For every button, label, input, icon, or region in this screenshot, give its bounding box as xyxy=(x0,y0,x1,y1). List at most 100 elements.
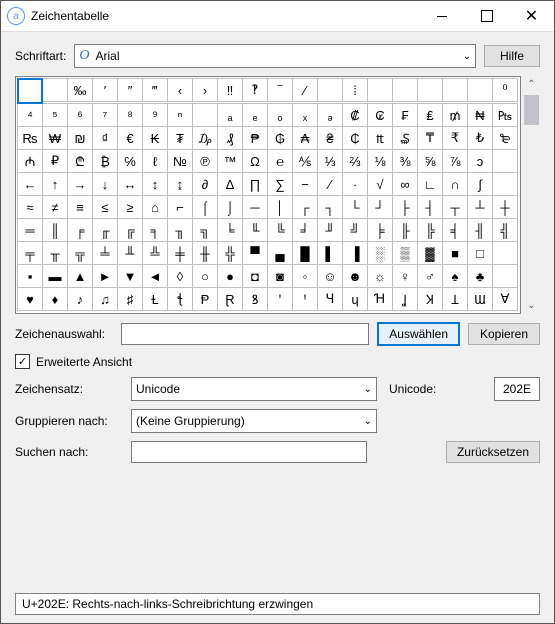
char-cell[interactable]: ≈ xyxy=(17,195,43,219)
reset-button[interactable]: Zurücksetzen xyxy=(446,441,540,463)
char-cell[interactable]: ₩ xyxy=(42,126,68,150)
char-cell[interactable]: ▄ xyxy=(267,241,293,265)
char-cell[interactable] xyxy=(492,264,518,288)
char-cell[interactable]: ⁵ xyxy=(42,103,68,127)
char-cell[interactable]: ℅ xyxy=(117,149,143,173)
char-cell[interactable]: Ʇ xyxy=(442,287,468,311)
char-cell[interactable]: ▪ xyxy=(17,264,43,288)
char-cell[interactable]: ╫ xyxy=(192,241,218,265)
char-cell[interactable]: ≡ xyxy=(67,195,93,219)
char-cell[interactable]: ₼ xyxy=(17,149,43,173)
char-cell[interactable]: ▓ xyxy=(417,241,443,265)
char-cell[interactable]: Ᵽ xyxy=(192,287,218,311)
char-cell[interactable]: ⌐ xyxy=(167,195,193,219)
char-cell[interactable] xyxy=(367,78,393,102)
char-cell[interactable]: ≤ xyxy=(92,195,118,219)
char-cell[interactable]: ™ xyxy=(217,149,243,173)
char-cell[interactable]: ┤ xyxy=(417,195,443,219)
char-cell[interactable]: █ xyxy=(292,241,318,265)
char-cell[interactable]: ↄ xyxy=(467,149,493,173)
char-cell[interactable]: ⁰ xyxy=(492,78,518,102)
char-cell[interactable]: ‴ xyxy=(142,78,168,102)
char-cell[interactable]: ╞ xyxy=(367,218,393,242)
char-cell[interactable]: √ xyxy=(367,172,393,196)
char-cell[interactable]: Ɦ xyxy=(367,287,393,311)
char-cell[interactable] xyxy=(42,78,68,102)
selection-input[interactable] xyxy=(121,323,369,345)
char-cell[interactable] xyxy=(392,78,418,102)
char-cell[interactable]: ⅓ xyxy=(317,149,343,173)
char-cell[interactable]: ╔ xyxy=(117,218,143,242)
char-cell[interactable]: ₓ xyxy=(292,103,318,127)
char-cell[interactable]: ╚ xyxy=(267,218,293,242)
char-cell[interactable]: ◄ xyxy=(142,264,168,288)
char-cell[interactable]: ⅝ xyxy=(417,149,443,173)
char-cell[interactable]: ₐ xyxy=(217,103,243,127)
char-cell[interactable]: ╟ xyxy=(392,218,418,242)
char-cell[interactable]: ∟ xyxy=(417,172,443,196)
char-cell[interactable]: ◊ xyxy=(167,264,193,288)
char-cell[interactable]: ▒ xyxy=(392,241,418,265)
char-cell[interactable]: ∏ xyxy=(242,172,268,196)
char-cell[interactable]: ₥ xyxy=(442,103,468,127)
char-cell[interactable]: □ xyxy=(467,241,493,265)
char-cell[interactable]: − xyxy=(292,172,318,196)
minimize-button[interactable] xyxy=(419,1,464,31)
char-cell[interactable]: ₭ xyxy=(142,126,168,150)
char-cell[interactable]: ‽ xyxy=(242,78,268,102)
char-cell[interactable]: ₹ xyxy=(442,126,468,150)
charset-dropdown[interactable]: Unicode ⌄ xyxy=(131,377,377,401)
char-cell[interactable]: ₨ xyxy=(17,126,43,150)
char-cell[interactable]: ‼ xyxy=(217,78,243,102)
char-cell[interactable]: ₢ xyxy=(367,103,393,127)
char-cell[interactable]: ₡ xyxy=(342,103,368,127)
char-cell[interactable]: ↑ xyxy=(42,172,68,196)
char-cell[interactable]: ╛ xyxy=(292,218,318,242)
char-cell[interactable] xyxy=(317,78,343,102)
char-cell[interactable]: Ɯ xyxy=(467,287,493,311)
char-cell[interactable]: ├ xyxy=(392,195,418,219)
scroll-down-icon[interactable]: ⌄ xyxy=(523,297,540,314)
char-cell[interactable]: ‾ xyxy=(267,78,293,102)
char-cell[interactable] xyxy=(492,241,518,265)
char-cell[interactable]: ₽ xyxy=(42,149,68,173)
char-cell[interactable]: ► xyxy=(92,264,118,288)
char-cell[interactable]: ┬ xyxy=(442,195,468,219)
char-cell[interactable]: ♀ xyxy=(392,264,418,288)
char-cell[interactable]: ┐ xyxy=(317,195,343,219)
char-cell[interactable]: ⁞ xyxy=(342,78,368,102)
char-cell[interactable]: › xyxy=(192,78,218,102)
char-cell[interactable]: ☼ xyxy=(367,264,393,288)
char-cell[interactable]: Ɽ xyxy=(217,287,243,311)
char-cell[interactable]: ∑ xyxy=(267,172,293,196)
char-cell[interactable]: ╘ xyxy=(217,218,243,242)
char-cell[interactable]: ₧ xyxy=(492,103,518,127)
char-cell[interactable]: ○ xyxy=(192,264,218,288)
char-cell[interactable]: ∫ xyxy=(467,172,493,196)
char-cell[interactable] xyxy=(17,78,43,104)
char-cell[interactable]: ● xyxy=(217,264,243,288)
help-button[interactable]: Hilfe xyxy=(484,45,540,67)
char-cell[interactable]: ⅛ xyxy=(367,149,393,173)
char-cell[interactable]: ╕ xyxy=(142,218,168,242)
char-cell[interactable]: ← xyxy=(17,172,43,196)
char-cell[interactable]: ″ xyxy=(117,78,143,102)
char-cell[interactable]: ₦ xyxy=(467,103,493,127)
char-cell[interactable]: ╧ xyxy=(92,241,118,265)
char-cell[interactable]: ╝ xyxy=(342,218,368,242)
char-cell[interactable]: ⁄ xyxy=(292,78,318,102)
char-cell[interactable]: ◦ xyxy=(292,264,318,288)
char-cell[interactable]: ⁶ xyxy=(67,103,93,127)
char-cell[interactable]: ─ xyxy=(242,195,268,219)
char-cell[interactable]: ₰ xyxy=(217,126,243,150)
char-cell[interactable]: ∆ xyxy=(217,172,243,196)
char-cell[interactable]: ♯ xyxy=(117,287,143,311)
scrollbar[interactable]: ⌃ ⌄ xyxy=(523,76,540,314)
font-dropdown[interactable]: O Arial ⌄ xyxy=(74,44,476,68)
char-cell[interactable]: ♂ xyxy=(417,264,443,288)
char-cell[interactable]: ♣ xyxy=(467,264,493,288)
char-cell[interactable]: ╓ xyxy=(92,218,118,242)
char-cell[interactable]: ₸ xyxy=(417,126,443,150)
maximize-button[interactable] xyxy=(464,1,509,31)
char-cell[interactable]: ▌ xyxy=(317,241,343,265)
